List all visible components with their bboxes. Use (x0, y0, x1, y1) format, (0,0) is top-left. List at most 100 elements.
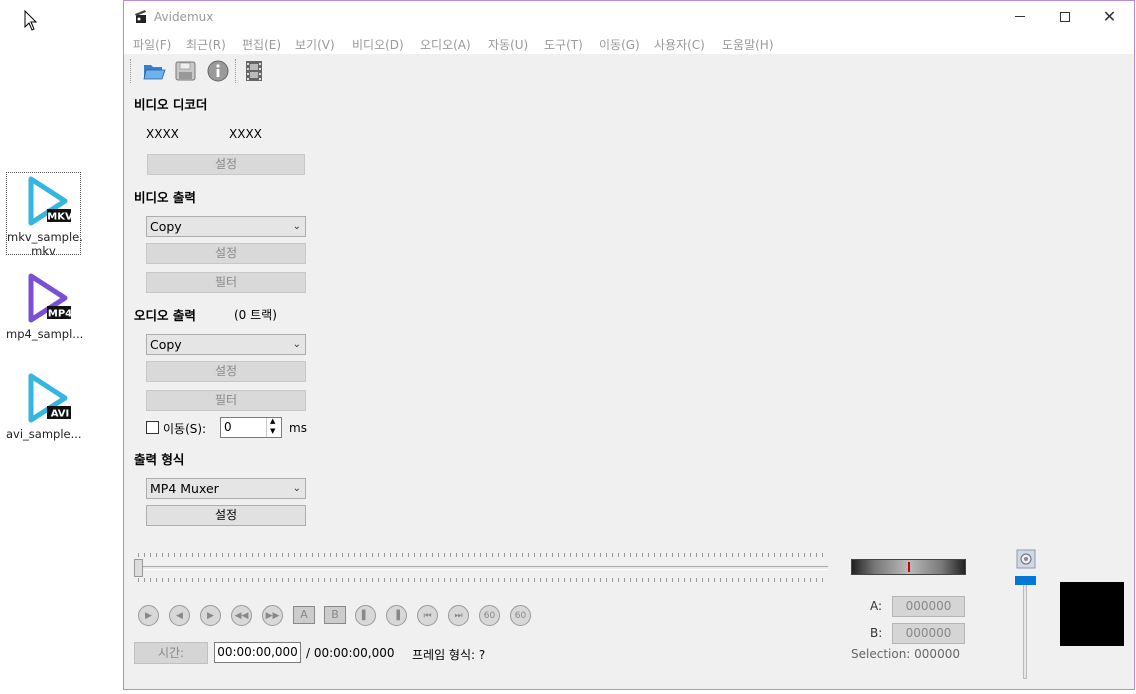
menu-go[interactable]: 이동(G) (599, 36, 640, 53)
chevron-down-icon: ⌄ (292, 339, 301, 350)
chevron-down-icon: ⌄ (292, 483, 301, 494)
avidemux-window: Avidemux ✕ 파일(F) 최근(R) 편집(E) 보기(V) 비디오(D… (123, 0, 1135, 690)
frame-type: 프레임 형식: ? (412, 648, 486, 662)
previous-keyframe-button[interactable]: ◀◀ (231, 605, 252, 626)
avi-file-icon: AVI (28, 373, 73, 423)
menu-custom[interactable]: 사용자(C) (654, 36, 705, 53)
menu-file[interactable]: 파일(F) (133, 36, 171, 53)
timeline-handle[interactable] (134, 559, 143, 577)
goto-marker-a-button[interactable]: ▌ (355, 605, 376, 626)
chevron-down-icon: ⌄ (292, 221, 301, 232)
menu-recent[interactable]: 최근(R) (186, 36, 226, 53)
current-time-input[interactable]: 00:00:00,000 (214, 642, 301, 663)
svg-text:MP4: MP4 (47, 309, 70, 320)
arrow-right-icon: ▶ (207, 610, 214, 621)
muxer-value: MP4 Muxer (150, 481, 219, 496)
minimize-button[interactable] (997, 1, 1042, 32)
set-marker-b-button[interactable]: B (324, 606, 346, 624)
video-config-button[interactable]: 설정 (146, 243, 306, 264)
marker-a-icon: A (300, 608, 308, 621)
time-button[interactable]: 시간: (134, 642, 208, 664)
decoder-codec-1: XXXX (146, 127, 179, 141)
audio-filter-button[interactable]: 필터 (146, 390, 306, 411)
double-right-icon: ▶▶ (265, 610, 280, 621)
menu-audio[interactable]: 오디오(A) (420, 36, 471, 53)
double-left-icon: ◀◀ (234, 610, 249, 621)
audio-codec-select[interactable]: Copy ⌄ (146, 334, 306, 355)
decoder-codec-2: XXXX (229, 127, 262, 141)
audio-shift-value: 0 (224, 420, 232, 434)
info-icon[interactable] (206, 59, 230, 83)
marker-a-value: 000000 (892, 596, 965, 617)
spin-buttons[interactable]: ▲ ▼ (266, 417, 281, 437)
desktop-file-avi[interactable]: AVI avi_sample... (6, 372, 82, 442)
svg-text:AVI: AVI (50, 409, 69, 420)
desktop-file-mkv[interactable]: MKV mkv_sample. mkv (6, 172, 83, 258)
rewind-60-icon: 60 (483, 610, 496, 621)
spin-up-icon[interactable]: ▲ (270, 417, 275, 425)
video-filter-button[interactable]: 필터 (146, 272, 306, 293)
audio-shift-unit: ms (289, 421, 307, 435)
goto-a-icon: ▌ (362, 610, 369, 621)
menu-edit[interactable]: 편집(E) (242, 36, 281, 53)
audio-output-heading: 오디오 출력 (134, 308, 196, 323)
decoder-config-button[interactable]: 설정 (147, 154, 305, 175)
selection-info: Selection: 000000 (851, 647, 960, 661)
first-frame-button[interactable]: ⏮ (417, 605, 438, 626)
marker-b-value: 000000 (892, 623, 965, 644)
marker-b-label: B: (870, 626, 883, 640)
menu-view[interactable]: 보기(V) (295, 36, 335, 53)
audio-shift-checkbox[interactable] (146, 421, 159, 434)
skip-start-icon: ⏮ (423, 610, 432, 621)
desktop-file-label: mp4_sampl... (6, 327, 84, 341)
mouse-cursor-icon (24, 10, 38, 31)
marker-a-label: A: (870, 599, 883, 613)
video-codec-value: Copy (150, 219, 182, 234)
muxer-config-button[interactable]: 설정 (146, 505, 306, 526)
back-60-button[interactable]: 60 (479, 605, 500, 626)
muxer-select[interactable]: MP4 Muxer ⌄ (146, 478, 306, 499)
save-icon[interactable] (174, 59, 198, 83)
maximize-button[interactable] (1042, 1, 1087, 32)
video-codec-select[interactable]: Copy ⌄ (146, 216, 306, 237)
menu-help[interactable]: 도움말(H) (722, 36, 774, 53)
play-icon: ▶ (145, 610, 152, 621)
previous-frame-button[interactable]: ◀ (169, 605, 190, 626)
audio-config-button[interactable]: 설정 (146, 361, 306, 382)
video-output-heading: 비디오 출력 (134, 190, 196, 205)
timeline-slider[interactable] (138, 566, 828, 570)
toolbar (124, 55, 1134, 87)
title-bar[interactable]: Avidemux ✕ (124, 1, 1134, 32)
last-frame-button[interactable]: ⏭ (448, 605, 469, 626)
menu-video[interactable]: 비디오(D) (352, 36, 404, 53)
volume-slider[interactable] (1023, 583, 1027, 679)
marker-b-icon: B (331, 608, 339, 621)
desktop-file-mp4[interactable]: MP4 mp4_sampl... (6, 272, 84, 342)
menu-bar: 파일(F) 최근(R) 편집(E) 보기(V) 비디오(D) 오디오(A) 자동… (124, 32, 1134, 54)
goto-marker-b-button[interactable]: ▐ (386, 605, 407, 626)
video-decoder-heading: 비디오 디코더 (134, 97, 208, 112)
jog-shuttle[interactable] (851, 559, 966, 575)
desktop: MKV mkv_sample. mkv MP4 mp4_sampl... AVI… (0, 0, 123, 694)
goto-b-icon: ▐ (393, 610, 400, 621)
speaker-icon[interactable] (1016, 549, 1036, 569)
next-frame-button[interactable]: ▶ (200, 605, 221, 626)
volume-handle[interactable] (1015, 576, 1036, 585)
audio-shift-input[interactable]: 0 ▲ ▼ (220, 417, 282, 438)
mp4-file-icon: MP4 (28, 273, 73, 323)
mkv-file-icon: MKV (28, 176, 73, 226)
timeline-ticks-top (138, 553, 828, 557)
close-button[interactable]: ✕ (1087, 1, 1132, 32)
next-keyframe-button[interactable]: ▶▶ (262, 605, 283, 626)
play-button[interactable]: ▶ (138, 605, 159, 626)
forward-60-button[interactable]: 60 (510, 605, 531, 626)
set-marker-a-button[interactable]: A (293, 606, 315, 624)
jog-marker (908, 562, 910, 572)
film-icon[interactable] (242, 59, 266, 83)
menu-auto[interactable]: 자동(U) (488, 36, 528, 53)
desktop-file-label: mkv_sample. mkv (7, 230, 83, 258)
open-folder-icon[interactable] (142, 59, 166, 83)
spin-down-icon[interactable]: ▼ (270, 427, 275, 435)
forward-60-icon: 60 (514, 610, 527, 621)
menu-tools[interactable]: 도구(T) (544, 36, 583, 53)
